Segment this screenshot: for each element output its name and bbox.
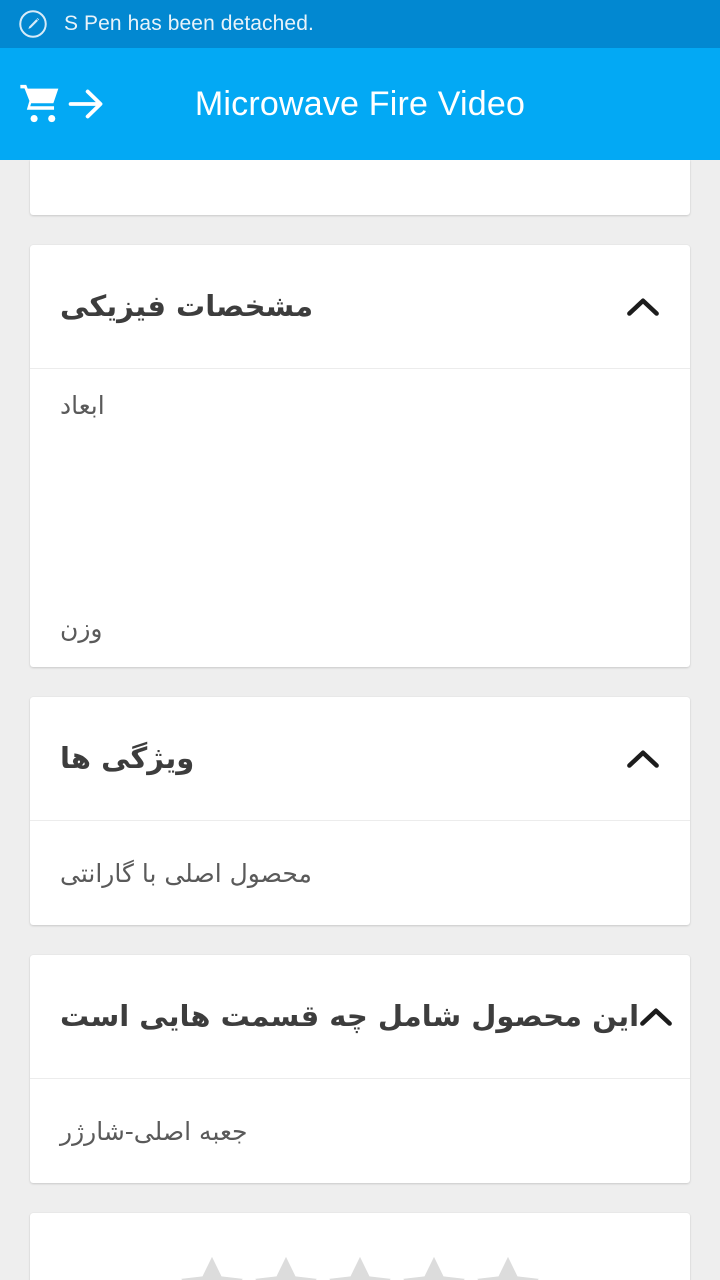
card-header-box-contents[interactable]: این محصول شامل چه قسمت هایی است xyxy=(30,955,690,1079)
arrow-right-icon[interactable] xyxy=(64,82,108,126)
table-row: ابعاد xyxy=(60,369,660,517)
card-header-physical-specs[interactable]: مشخصات فیزیکی xyxy=(30,245,690,369)
card-body-box-contents: جعبه اصلی-شارژر xyxy=(30,1079,690,1183)
star-icon[interactable] xyxy=(178,1253,246,1280)
app-bar: Microwave Fire Video xyxy=(0,48,720,160)
row-label-weight: وزن xyxy=(60,614,103,643)
row-label-dimensions: ابعاد xyxy=(60,391,105,420)
card-title-features: ویژگی ها xyxy=(60,740,195,775)
box-content-label: جعبه اصلی-شارژر xyxy=(60,1116,248,1146)
card-box-contents: این محصول شامل چه قسمت هایی است جعبه اصل… xyxy=(30,955,690,1183)
card-rating: هنوز امتیازی ثبت نشده است xyxy=(30,1213,690,1280)
s-pen-icon xyxy=(18,9,48,39)
card-body-physical-specs: ابعاد وزن xyxy=(30,369,690,667)
star-icon[interactable] xyxy=(326,1253,394,1280)
status-bar-text: S Pen has been detached. xyxy=(64,12,314,35)
star-icon[interactable] xyxy=(474,1253,542,1280)
chevron-up-icon[interactable] xyxy=(639,1006,673,1028)
card-header-features[interactable]: ویژگی ها xyxy=(30,697,690,821)
card-clipped-previous xyxy=(30,160,690,215)
list-item: جعبه اصلی-شارژر xyxy=(60,1079,660,1183)
status-bar: S Pen has been detached. xyxy=(0,0,720,48)
card-body-features: محصول اصلی با گارانتی xyxy=(30,821,690,925)
rating-stars[interactable] xyxy=(50,1253,670,1280)
star-icon[interactable] xyxy=(400,1253,468,1280)
card-title-box-contents: این محصول شامل چه قسمت هایی است xyxy=(60,998,640,1033)
chevron-up-icon[interactable] xyxy=(626,748,660,770)
chevron-up-icon[interactable] xyxy=(626,296,660,318)
list-item: محصول اصلی با گارانتی xyxy=(60,821,660,925)
card-physical-specs: مشخصات فیزیکی ابعاد وزن xyxy=(30,245,690,667)
star-icon[interactable] xyxy=(252,1253,320,1280)
scroll-content[interactable]: مشخصات فیزیکی ابعاد وزن ویژگی ها محصول ا… xyxy=(0,160,720,1280)
page-title: Microwave Fire Video xyxy=(194,84,526,123)
feature-label-warranty: محصول اصلی با گارانتی xyxy=(60,858,312,888)
table-row: وزن xyxy=(60,517,660,667)
card-features: ویژگی ها محصول اصلی با گارانتی xyxy=(30,697,690,925)
card-title-physical-specs: مشخصات فیزیکی xyxy=(60,288,314,323)
shopping-cart-icon[interactable] xyxy=(18,81,64,127)
